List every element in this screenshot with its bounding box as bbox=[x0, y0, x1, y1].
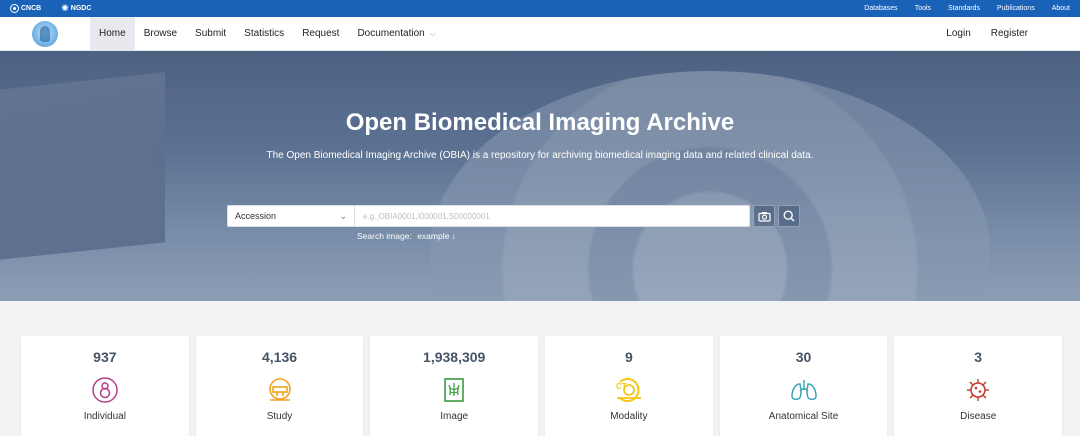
camera-icon bbox=[757, 211, 771, 222]
auth-links: Login Register bbox=[936, 17, 1038, 51]
image-icon bbox=[439, 375, 469, 405]
stat-value: 3 bbox=[974, 349, 983, 365]
modality-icon: CT bbox=[614, 375, 644, 405]
stat-card-disease[interactable]: 3 Disease bbox=[894, 336, 1063, 436]
cncb-logo[interactable]: CNCB bbox=[10, 4, 41, 13]
hero-overlay bbox=[0, 51, 1080, 301]
top-link-standards[interactable]: Standards bbox=[948, 5, 980, 12]
image-search-button[interactable] bbox=[753, 205, 775, 227]
ngdc-logo[interactable]: ✺ NGDC bbox=[61, 4, 91, 13]
search-example-link[interactable]: example ↓ bbox=[417, 231, 456, 241]
nav-documentation-label: Documentation bbox=[357, 28, 425, 39]
register-link[interactable]: Register bbox=[981, 17, 1038, 51]
obia-logo[interactable] bbox=[32, 20, 58, 47]
chevron-down-icon: ⌵ bbox=[429, 28, 436, 38]
stat-label: Individual bbox=[83, 411, 126, 422]
search-type-select[interactable]: Accession ⌄ bbox=[227, 205, 355, 227]
study-icon bbox=[265, 375, 295, 405]
lungs-icon bbox=[789, 375, 819, 405]
nav-request-label: Request bbox=[302, 28, 340, 39]
stat-value: 937 bbox=[93, 349, 117, 365]
nav-statistics-label: Statistics bbox=[244, 28, 285, 39]
nav-submit-label: Submit bbox=[195, 28, 227, 39]
nav-item-home[interactable]: Home bbox=[90, 16, 135, 51]
search-image-label: Search image: bbox=[357, 231, 412, 241]
brand-group: CNCB ✺ NGDC bbox=[10, 4, 91, 13]
stat-label: Anatomical Site bbox=[768, 411, 839, 422]
stat-card-modality[interactable]: 9 CT Modality bbox=[545, 336, 713, 436]
top-bar: CNCB ✺ NGDC Databases Tools Standards Pu… bbox=[0, 0, 1080, 17]
nav-item-documentation[interactable]: Documentation ⌵ bbox=[348, 17, 444, 51]
stat-value: 4,136 bbox=[261, 349, 298, 365]
top-link-databases[interactable]: Databases bbox=[864, 5, 897, 12]
virus-icon bbox=[963, 375, 993, 405]
hero-subtitle: The Open Biomedical Imaging Archive (OBI… bbox=[266, 150, 814, 161]
ngdc-label: NGDC bbox=[70, 5, 92, 12]
nav-item-request[interactable]: Request bbox=[293, 17, 348, 51]
nav-items: Home Browse Submit Statistics Request Do… bbox=[90, 16, 445, 51]
cncb-logo-icon bbox=[10, 4, 19, 13]
nav-item-browse[interactable]: Browse bbox=[135, 17, 186, 51]
stat-value: 30 bbox=[795, 349, 812, 365]
main-nav: Home Browse Submit Statistics Request Do… bbox=[0, 16, 1080, 51]
top-link-about[interactable]: About bbox=[1052, 5, 1070, 12]
search-bar: Accession ⌄ bbox=[227, 205, 800, 227]
svg-text:CT: CT bbox=[616, 382, 627, 391]
stat-card-image[interactable]: 1,938,309 Image bbox=[370, 336, 539, 436]
cncb-label: CNCB bbox=[21, 5, 42, 12]
nav-home-label: Home bbox=[99, 28, 126, 39]
individual-icon bbox=[90, 375, 120, 405]
ngdc-logo-icon: ✺ bbox=[61, 3, 69, 13]
chevron-down-icon: ⌄ bbox=[339, 210, 347, 221]
stat-label: Modality bbox=[610, 411, 648, 422]
stats-cards: 937 Individual 4,136 Study 1,938,309 Ima… bbox=[21, 336, 1063, 436]
search-input[interactable] bbox=[355, 205, 750, 227]
top-link-publications[interactable]: Publications bbox=[997, 5, 1035, 12]
nav-item-submit[interactable]: Submit bbox=[186, 17, 235, 51]
login-link[interactable]: Login bbox=[936, 17, 980, 51]
stat-label: Study bbox=[266, 411, 293, 422]
stat-card-individual[interactable]: 937 Individual bbox=[21, 336, 189, 436]
search-image-hint: Search image: example ↓ bbox=[357, 231, 456, 241]
hero-title: Open Biomedical Imaging Archive bbox=[345, 109, 735, 136]
stat-label: Disease bbox=[960, 411, 997, 422]
hero-banner: Open Biomedical Imaging Archive The Open… bbox=[0, 51, 1080, 301]
search-icon bbox=[783, 210, 795, 222]
stat-value: 9 bbox=[624, 349, 633, 365]
stat-value: 1,938,309 bbox=[423, 349, 486, 365]
search-button[interactable] bbox=[778, 205, 800, 227]
stat-card-study[interactable]: 4,136 Study bbox=[195, 336, 364, 436]
stat-card-anatomical-site[interactable]: 30 Anatomical Site bbox=[719, 336, 888, 436]
login-label: Login bbox=[946, 28, 971, 39]
search-type-value: Accession bbox=[235, 211, 277, 221]
nav-item-statistics[interactable]: Statistics bbox=[235, 17, 293, 51]
nav-browse-label: Browse bbox=[143, 28, 178, 39]
stat-label: Image bbox=[440, 411, 469, 422]
top-link-tools[interactable]: Tools bbox=[915, 5, 931, 12]
top-links: Databases Tools Standards Publications A… bbox=[847, 5, 1070, 12]
register-label: Register bbox=[990, 28, 1028, 39]
